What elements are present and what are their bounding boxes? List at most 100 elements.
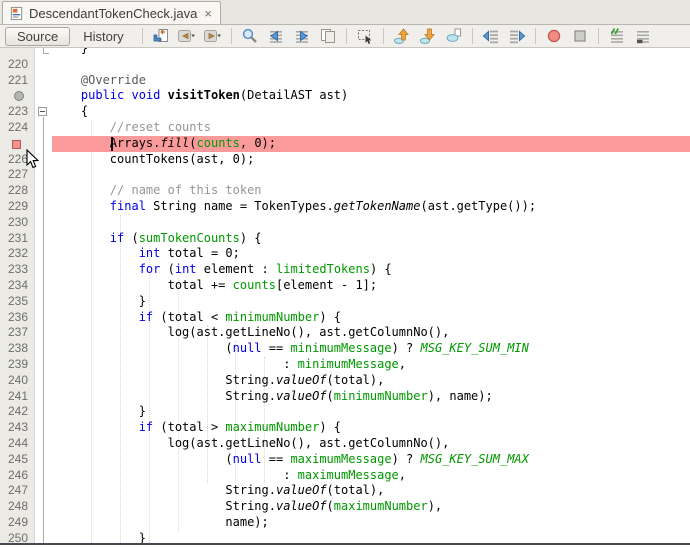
code-text[interactable]: } <box>52 48 690 57</box>
shift-line-right-button[interactable] <box>505 26 529 46</box>
code-text[interactable]: for (int element : limitedTokens) { <box>52 262 690 278</box>
code-text[interactable]: int total = 0; <box>52 246 690 262</box>
fold-toggle[interactable] <box>38 107 47 116</box>
find-previous-button[interactable] <box>264 26 288 46</box>
line-number[interactable]: 250 <box>0 531 34 543</box>
code-text[interactable]: : maximumMessage, <box>52 468 690 484</box>
line-number[interactable]: 221 <box>0 73 34 89</box>
line-number[interactable]: 241 <box>0 389 34 405</box>
source-button[interactable]: Source <box>5 27 70 46</box>
line-number[interactable]: 238 <box>0 341 34 357</box>
line-number[interactable]: 236 <box>0 310 34 326</box>
tab-close-icon[interactable]: × <box>204 6 212 21</box>
line-number[interactable]: 224 <box>0 120 34 136</box>
line-number[interactable]: 245 <box>0 452 34 468</box>
stop-macro-recording-button[interactable] <box>568 26 592 46</box>
code-text[interactable]: log(ast.getLineNo(), ast.getColumnNo(), <box>52 436 690 452</box>
comment-button[interactable] <box>605 26 629 46</box>
code-text[interactable]: @Override <box>52 73 690 89</box>
fold-column <box>34 104 52 120</box>
annotation-circle-glyph[interactable] <box>14 91 24 101</box>
code-text[interactable] <box>52 167 690 183</box>
code-line-240: 240 String.valueOf(total), <box>0 373 690 389</box>
line-number[interactable]: 233 <box>0 262 34 278</box>
shift-line-right-icon <box>508 27 526 45</box>
code-text[interactable]: (null == minimumMessage) ? MSG_KEY_SUM_M… <box>52 341 690 357</box>
line-number[interactable]: 232 <box>0 246 34 262</box>
line-number[interactable]: 235 <box>0 294 34 310</box>
line-number[interactable]: 248 <box>0 499 34 515</box>
code-line-221: 221 @Override <box>0 73 690 89</box>
code-text[interactable]: if (sumTokenCounts) { <box>52 231 690 247</box>
code-text[interactable]: (null == maximumMessage) ? MSG_KEY_SUM_M… <box>52 452 690 468</box>
code-text[interactable]: countTokens(ast, 0); <box>52 152 690 168</box>
fold-column <box>34 120 52 136</box>
line-number[interactable] <box>0 48 34 57</box>
back-button[interactable] <box>175 26 199 46</box>
toggle-bookmark-button[interactable] <box>442 26 466 46</box>
start-macro-recording-button[interactable] <box>542 26 566 46</box>
code-text[interactable]: { <box>52 104 690 120</box>
shift-line-left-button[interactable] <box>479 26 503 46</box>
line-number[interactable]: 227 <box>0 167 34 183</box>
line-number[interactable]: 246 <box>0 468 34 484</box>
code-text[interactable]: if (total > maximumNumber) { <box>52 420 690 436</box>
line-number[interactable]: 234 <box>0 278 34 294</box>
code-text[interactable]: String.valueOf(minimumNumber), name); <box>52 389 690 405</box>
shift-line-left-icon <box>482 27 500 45</box>
code-text[interactable]: } <box>52 294 690 310</box>
code-line-232: 232 int total = 0; <box>0 246 690 262</box>
find-next-button[interactable] <box>290 26 314 46</box>
code-text[interactable]: } <box>52 404 690 420</box>
tab-bar: DescendantTokenCheck.java × <box>0 0 690 25</box>
code-text[interactable]: String.valueOf(total), <box>52 483 690 499</box>
previous-bookmark-button[interactable] <box>390 26 414 46</box>
code-text[interactable]: } <box>52 531 690 543</box>
breakpoint-glyph[interactable] <box>12 140 21 149</box>
tab-descendanttokencheck[interactable]: DescendantTokenCheck.java × <box>2 1 221 24</box>
toggle-highlight-search-button[interactable] <box>316 26 340 46</box>
line-number[interactable]: 229 <box>0 199 34 215</box>
line-number[interactable]: 242 <box>0 404 34 420</box>
line-number[interactable]: 230 <box>0 215 34 231</box>
code-text[interactable]: Arrays.fill(counts, 0); <box>52 136 690 152</box>
line-number[interactable]: 243 <box>0 420 34 436</box>
code-text[interactable]: // name of this token <box>52 183 690 199</box>
uncomment-button[interactable] <box>631 26 655 46</box>
line-number[interactable]: 228 <box>0 183 34 199</box>
line-number[interactable]: 223 <box>0 104 34 120</box>
jump-last-edit-button[interactable] <box>149 26 173 46</box>
line-number[interactable]: 247 <box>0 483 34 499</box>
line-number[interactable]: 237 <box>0 325 34 341</box>
line-number[interactable]: 220 <box>0 57 34 73</box>
next-bookmark-button[interactable] <box>416 26 440 46</box>
code-text[interactable] <box>52 57 690 73</box>
forward-button[interactable] <box>201 26 225 46</box>
code-line-225: Arrays.fill(counts, 0); <box>0 136 690 152</box>
code-text[interactable]: : minimumMessage, <box>52 357 690 373</box>
rectangular-selection-button[interactable] <box>353 26 377 46</box>
code-text[interactable]: String.valueOf(maximumNumber), <box>52 499 690 515</box>
code-text[interactable]: final String name = TokenTypes.getTokenN… <box>52 199 690 215</box>
line-number[interactable]: 239 <box>0 357 34 373</box>
code-text[interactable]: public void visitToken(DetailAST ast) <box>52 88 690 104</box>
line-number[interactable] <box>0 88 34 104</box>
fold-column <box>34 231 52 247</box>
code-text[interactable]: log(ast.getLineNo(), ast.getColumnNo(), <box>52 325 690 341</box>
code-text[interactable]: total += counts[element - 1]; <box>52 278 690 294</box>
find-selection-button[interactable] <box>238 26 262 46</box>
code-text[interactable]: String.valueOf(total), <box>52 373 690 389</box>
code-text[interactable] <box>52 215 690 231</box>
code-text[interactable]: name); <box>52 515 690 531</box>
fold-column <box>34 389 52 405</box>
line-number[interactable]: 249 <box>0 515 34 531</box>
line-number[interactable]: 244 <box>0 436 34 452</box>
code-text[interactable]: if (total < minimumNumber) { <box>52 310 690 326</box>
code-text[interactable]: //reset counts <box>52 120 690 136</box>
history-button[interactable]: History <box>72 28 134 45</box>
line-number[interactable]: 240 <box>0 373 34 389</box>
code-line-238: 238 (null == minimumMessage) ? MSG_KEY_S… <box>0 341 690 357</box>
code-editor[interactable]: } 220221 @Override public void visitToken… <box>0 48 690 543</box>
code-line-247: 247 String.valueOf(total), <box>0 483 690 499</box>
line-number[interactable]: 231 <box>0 231 34 247</box>
